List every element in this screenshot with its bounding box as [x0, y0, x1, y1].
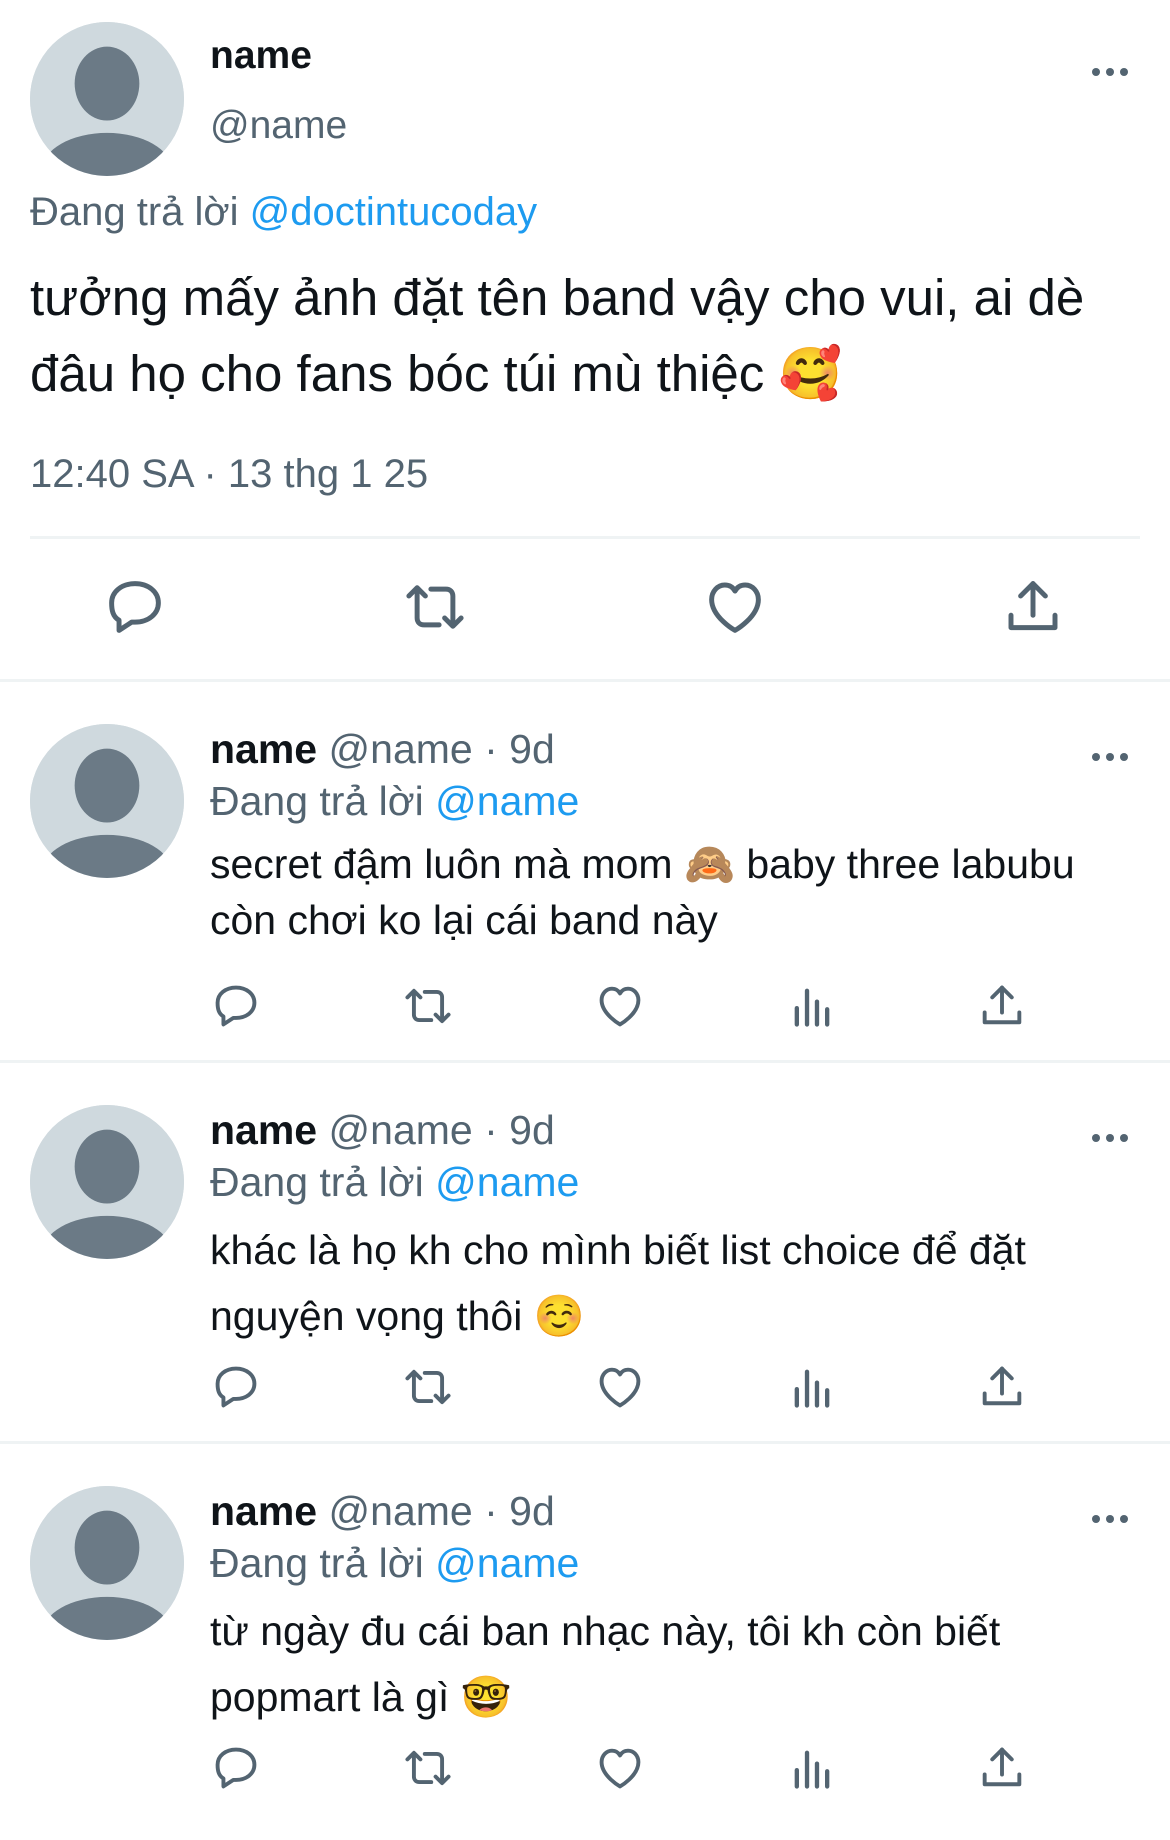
reply-tweet: name @name · 9d Đang trả lời @name khác …: [0, 1063, 1170, 1444]
share-icon[interactable]: [976, 1361, 1028, 1413]
replying-to: Đang trả lời @name: [210, 1159, 579, 1206]
share-icon[interactable]: [976, 1742, 1028, 1794]
views-icon[interactable]: [786, 1361, 838, 1413]
reply-icon[interactable]: [102, 574, 168, 640]
share-icon[interactable]: [976, 980, 1028, 1032]
reply-tweet: name @name · 9d Đang trả lời @name secre…: [0, 682, 1170, 1063]
more-horizontal-icon[interactable]: [1090, 62, 1130, 82]
author-handle[interactable]: @name: [210, 104, 347, 148]
reply-icon[interactable]: [210, 980, 262, 1032]
tweet-actions: [0, 1742, 1170, 1802]
replying-to: Đang trả lời @name: [210, 778, 579, 825]
replying-to-prefix: Đang trả lời: [210, 1540, 436, 1586]
tweet-actions: [0, 980, 1170, 1040]
replying-to-mention[interactable]: @name: [435, 778, 579, 824]
author-name[interactable]: name: [210, 726, 317, 772]
tweet-time: 12:40 SA: [30, 452, 193, 496]
tweet-time[interactable]: 9d: [509, 1488, 555, 1534]
author-handle[interactable]: @name: [329, 1488, 473, 1534]
meta-separator: ·: [472, 1488, 510, 1534]
replying-to: Đang trả lời @doctintucoday: [30, 190, 537, 235]
views-icon[interactable]: [786, 980, 838, 1032]
like-icon[interactable]: [594, 980, 646, 1032]
share-icon[interactable]: [1000, 574, 1066, 640]
reply-header: name @name · 9d: [210, 1488, 555, 1535]
tweet-text: từ ngày đu cái ban nhạc này, tôi kh còn …: [210, 1608, 1001, 1720]
replying-to-prefix: Đang trả lời: [30, 190, 250, 234]
tweet-date: 13 thg 1 25: [227, 452, 429, 496]
like-icon[interactable]: [594, 1742, 646, 1794]
more-horizontal-icon[interactable]: [1090, 1509, 1130, 1529]
replying-to: Đang trả lời @name: [210, 1540, 579, 1587]
author-name[interactable]: name: [210, 1488, 317, 1534]
more-horizontal-icon[interactable]: [1090, 747, 1130, 767]
replying-to-prefix: Đang trả lời: [210, 1159, 436, 1205]
tweet-time[interactable]: 9d: [509, 1107, 555, 1153]
tweet-time[interactable]: 9d: [509, 726, 555, 772]
replying-to-prefix: Đang trả lời: [210, 778, 436, 824]
avatar[interactable]: [30, 1105, 184, 1259]
like-icon[interactable]: [594, 1361, 646, 1413]
like-icon[interactable]: [702, 574, 768, 640]
retweet-icon[interactable]: [402, 980, 454, 1032]
more-horizontal-icon[interactable]: [1090, 1128, 1130, 1148]
author-name[interactable]: name: [210, 1107, 317, 1153]
replying-to-mention[interactable]: @name: [435, 1159, 579, 1205]
reply-tweet: name @name · 9d Đang trả lời @name từ ng…: [0, 1444, 1170, 1825]
meta-separator: ·: [472, 726, 510, 772]
meta-separator: ·: [472, 1107, 510, 1153]
tweet-actions: [0, 1361, 1170, 1421]
tweet-actions: [0, 574, 1170, 646]
author-handle[interactable]: @name: [329, 1107, 473, 1153]
tweet-timestamp[interactable]: 12:40 SA · 13 thg 1 25: [30, 452, 428, 497]
divider: [30, 536, 1140, 539]
tweet-text: khác là họ kh cho mình biết list choice …: [210, 1227, 1026, 1339]
author-handle[interactable]: @name: [329, 726, 473, 772]
reply-icon[interactable]: [210, 1742, 262, 1794]
reply-icon[interactable]: [210, 1361, 262, 1413]
reply-header: name @name · 9d: [210, 726, 555, 773]
retweet-icon[interactable]: [402, 574, 468, 640]
main-tweet: name @name Đang trả lời @doctintucoday t…: [0, 0, 1170, 682]
replying-to-mention[interactable]: @name: [435, 1540, 579, 1586]
retweet-icon[interactable]: [402, 1742, 454, 1794]
avatar[interactable]: [30, 724, 184, 878]
author-name[interactable]: name: [210, 34, 312, 78]
retweet-icon[interactable]: [402, 1361, 454, 1413]
meta-separator: ·: [192, 452, 228, 496]
avatar[interactable]: [30, 1486, 184, 1640]
tweet-text: tưởng mấy ảnh đặt tên band vậy cho vui, …: [30, 269, 1085, 402]
replying-to-mention[interactable]: @doctintucoday: [250, 190, 537, 234]
reply-header: name @name · 9d: [210, 1107, 555, 1154]
views-icon[interactable]: [786, 1742, 838, 1794]
tweet-text: secret đậm luôn mà mom 🙈 baby three labu…: [210, 841, 1075, 943]
avatar[interactable]: [30, 22, 184, 176]
